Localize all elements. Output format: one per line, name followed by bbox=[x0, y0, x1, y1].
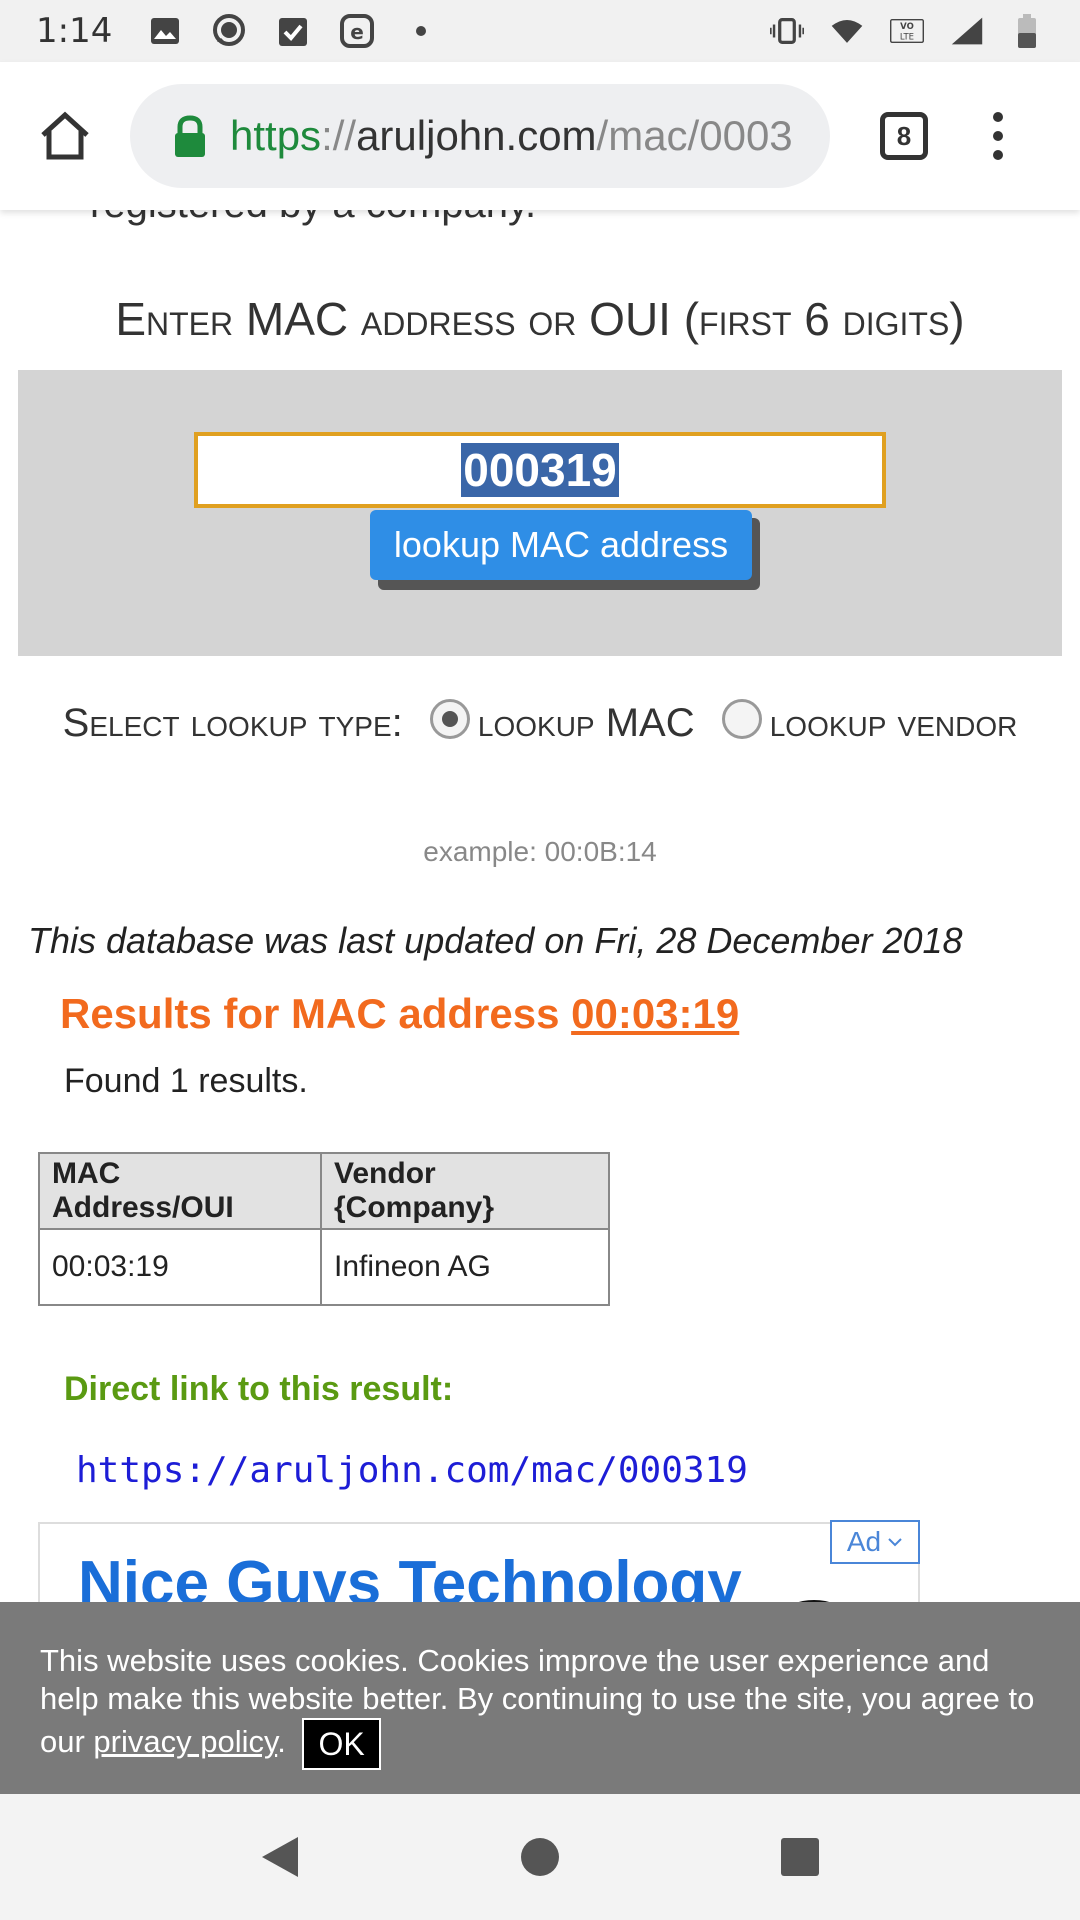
recents-button[interactable] bbox=[770, 1827, 830, 1887]
chat-bubble-icon bbox=[212, 14, 246, 48]
lookup-mac-button[interactable]: lookup MAC address bbox=[370, 510, 752, 580]
table-cell-mac: 00:03:19 bbox=[38, 1228, 322, 1306]
svg-text:LTE: LTE bbox=[900, 33, 914, 43]
table-row: 00:03:19 Infineon AG bbox=[38, 1228, 610, 1306]
home-button[interactable] bbox=[30, 101, 100, 171]
cookie-text-end: . bbox=[277, 1724, 286, 1760]
results-table: MAC Address/OUI Vendor {Company} 00:03:1… bbox=[38, 1152, 610, 1306]
task-check-icon bbox=[276, 14, 310, 48]
enter-mac-heading: Enter MAC address or OUI (first 6 digits… bbox=[115, 293, 965, 345]
radio-lookup-mac-label[interactable]: lookup MAC bbox=[478, 701, 695, 745]
direct-link-label: Direct link to this result: bbox=[64, 1370, 454, 1408]
wifi-icon bbox=[830, 14, 864, 48]
back-button[interactable] bbox=[250, 1827, 310, 1887]
ad-badge-label: Ad bbox=[846, 1526, 882, 1557]
lookup-form-panel: 000319 lookup MAC address bbox=[18, 370, 1062, 656]
chevron-down-icon bbox=[888, 1538, 902, 1547]
results-mac-link[interactable]: 00:03:19 bbox=[571, 990, 739, 1037]
status-bar: 1:14 e VO LTE bbox=[0, 0, 1080, 62]
results-heading: Results for MAC address 00:03:19 bbox=[60, 990, 739, 1038]
browser-toolbar: https://aruljohn.com/mac/0003 8 bbox=[0, 62, 1080, 210]
lock-icon bbox=[175, 115, 205, 157]
back-triangle-icon bbox=[262, 1837, 298, 1877]
ad-banner[interactable]: Nice Guys Technology bbox=[38, 1522, 920, 1610]
recents-square-icon bbox=[781, 1838, 819, 1876]
radio-lookup-vendor-label[interactable]: lookup vendor bbox=[770, 701, 1018, 745]
radio-lookup-mac[interactable] bbox=[429, 699, 470, 740]
radio-lookup-vendor[interactable] bbox=[721, 699, 762, 740]
battery-icon bbox=[1010, 14, 1044, 48]
cell-signal-icon bbox=[950, 14, 984, 48]
cookie-banner: This website uses cookies. Cookies impro… bbox=[0, 1602, 1080, 1794]
dot-icon bbox=[404, 14, 438, 48]
privacy-policy-link[interactable]: privacy policy bbox=[93, 1724, 277, 1759]
mac-input-selected-value: 000319 bbox=[461, 443, 619, 497]
system-nav-bar bbox=[0, 1794, 1080, 1920]
url-bar[interactable]: https://aruljohn.com/mac/0003 bbox=[130, 84, 830, 188]
vibrate-icon bbox=[770, 14, 804, 48]
cookie-ok-button[interactable]: OK bbox=[302, 1718, 381, 1770]
partial-description-text: registered by a company. bbox=[90, 210, 536, 227]
ad-choices-badge[interactable]: Ad bbox=[830, 1520, 920, 1564]
volte-icon: VO LTE bbox=[890, 14, 924, 48]
table-header-vendor: Vendor {Company} bbox=[320, 1152, 610, 1230]
select-lookup-type-label: Select lookup type: bbox=[62, 701, 403, 745]
e-circle-icon: e bbox=[340, 14, 375, 48]
status-system-icons: VO LTE bbox=[770, 14, 1044, 48]
direct-link-url[interactable]: https://aruljohn.com/mac/000319 bbox=[76, 1450, 748, 1491]
table-header-mac: MAC Address/OUI bbox=[38, 1152, 322, 1230]
table-header-row: MAC Address/OUI Vendor {Company} bbox=[38, 1152, 610, 1230]
mac-address-input[interactable]: 000319 bbox=[194, 432, 886, 508]
status-time: 1:14 bbox=[36, 11, 113, 51]
svg-text:VO: VO bbox=[900, 22, 914, 32]
home-icon bbox=[41, 111, 89, 160]
example-hint: example: 00:0B:14 bbox=[423, 836, 657, 867]
ad-title[interactable]: Nice Guys Technology bbox=[78, 1548, 742, 1610]
status-notification-icons: e bbox=[148, 14, 438, 48]
url-text: https://aruljohn.com/mac/0003 bbox=[230, 112, 793, 159]
lookup-type-selector: Select lookup type: lookup MAC lookup ve… bbox=[0, 694, 1080, 752]
results-heading-prefix: Results for MAC address bbox=[60, 990, 572, 1037]
overflow-menu-icon[interactable] bbox=[988, 112, 1008, 160]
home-circle-icon bbox=[521, 1838, 559, 1876]
home-nav-button[interactable] bbox=[510, 1827, 570, 1887]
image-icon bbox=[148, 14, 182, 48]
svg-text:e: e bbox=[351, 20, 365, 44]
table-cell-vendor: Infineon AG bbox=[320, 1228, 610, 1306]
database-updated-text: This database was last updated on Fri, 2… bbox=[28, 920, 963, 961]
tab-switcher-button[interactable]: 8 bbox=[880, 112, 928, 160]
page-content: registered by a company. Enter MAC addre… bbox=[0, 210, 1080, 1610]
found-results-count: Found 1 results. bbox=[64, 1062, 308, 1100]
